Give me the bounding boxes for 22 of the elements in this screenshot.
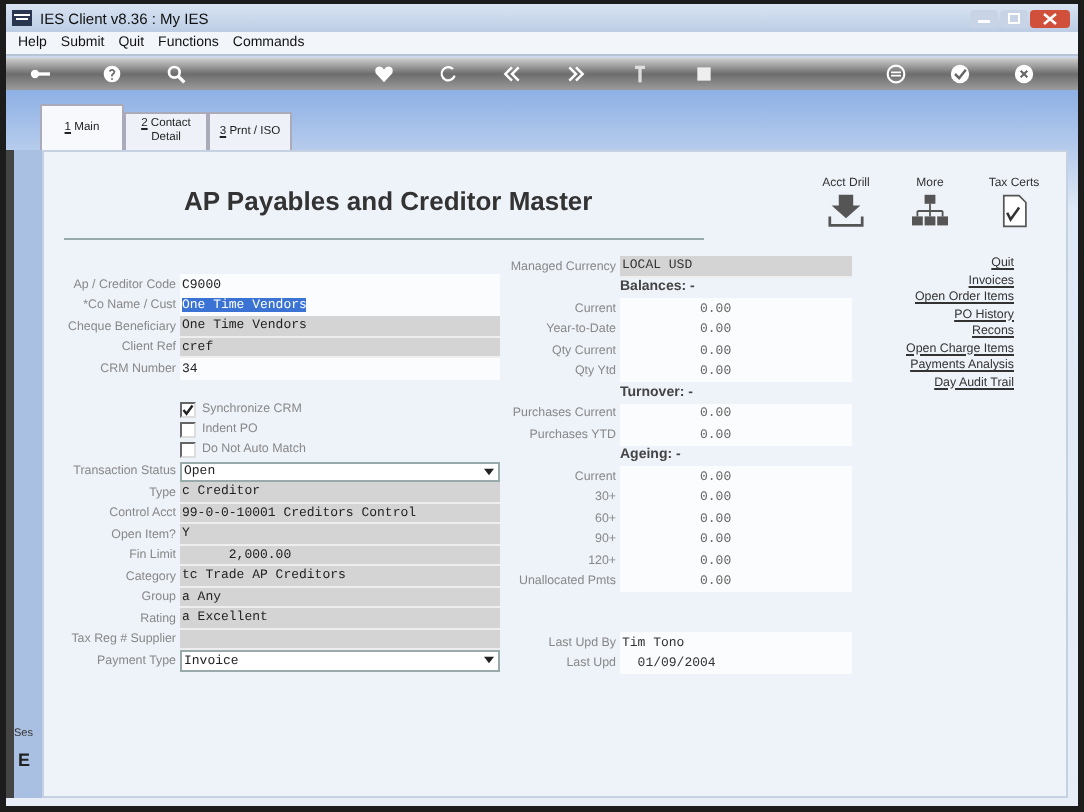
heart-icon[interactable] — [374, 64, 394, 84]
refresh-icon[interactable] — [438, 64, 458, 84]
input-field[interactable] — [180, 629, 500, 650]
app-icon — [12, 10, 32, 26]
download-icon — [828, 194, 864, 228]
side-label: E — [18, 750, 33, 770]
close-icon[interactable] — [1014, 64, 1034, 84]
rewind-icon[interactable] — [502, 64, 522, 84]
check-icon[interactable] — [950, 64, 970, 84]
dropdown-arrow-icon — [484, 467, 494, 476]
checkbox[interactable] — [180, 401, 196, 417]
help-icon[interactable] — [102, 64, 122, 84]
checkbox[interactable] — [180, 441, 196, 457]
key-icon[interactable] — [30, 64, 50, 84]
forward-icon[interactable] — [566, 64, 586, 84]
close-icon[interactable] — [1030, 9, 1070, 27]
square-icon[interactable] — [694, 64, 714, 84]
checkbox[interactable] — [180, 421, 196, 437]
page-heading: AP Payables and Creditor Master — [64, 186, 704, 240]
dropdown-arrow-icon — [484, 656, 494, 665]
hierarchy-icon — [912, 194, 948, 228]
search-icon[interactable] — [166, 64, 186, 84]
